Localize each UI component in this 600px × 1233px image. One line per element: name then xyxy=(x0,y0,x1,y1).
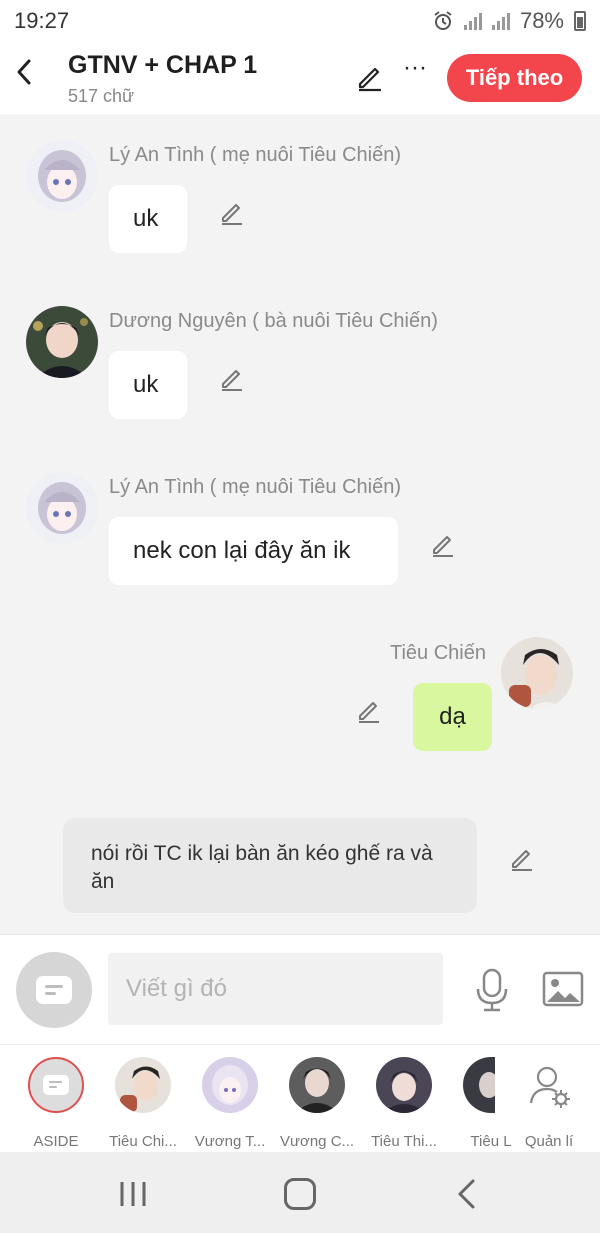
user-settings-icon xyxy=(529,1066,570,1108)
header: GTNV + CHAP 1 517 chữ ··· Tiếp theo xyxy=(0,42,600,114)
image-icon xyxy=(542,971,584,1007)
edit-message-button[interactable] xyxy=(355,696,383,724)
sender-name: Dương Nguyên ( bà nuôi Tiêu Chiến) xyxy=(109,310,438,332)
dark-hair-boy-avatar-icon xyxy=(26,306,98,378)
message-bubble[interactable]: uk xyxy=(109,351,187,419)
microphone-button[interactable] xyxy=(472,967,512,1013)
chevron-left-icon xyxy=(17,59,31,85)
avatar[interactable] xyxy=(26,140,98,212)
anime-girl-avatar-icon xyxy=(202,1057,258,1113)
signal-2-icon xyxy=(491,12,510,30)
system-back-button[interactable] xyxy=(455,1178,479,1210)
narration-block[interactable]: nói rồi TC ik lại bàn ăn kéo ghế ra và ă… xyxy=(63,818,477,913)
chat-area[interactable]: Lý An Tình ( mẹ nuôi Tiêu Chiến) uk Dươn… xyxy=(0,114,600,934)
character-name: Tiêu Chi... xyxy=(109,1133,177,1150)
character-avatar xyxy=(463,1057,495,1113)
message-bubble[interactable]: nek con lại đây ăn ik xyxy=(109,517,398,585)
status-bar: 19:27 78% xyxy=(0,0,600,42)
recent-apps-button[interactable] xyxy=(118,1180,148,1208)
battery-level: 78% xyxy=(519,8,564,33)
pencil-icon xyxy=(222,204,242,225)
pencil-icon xyxy=(512,850,532,871)
pencil-icon xyxy=(358,67,381,92)
home-button[interactable] xyxy=(284,1178,316,1210)
edit-message-button[interactable] xyxy=(429,530,457,558)
character-name: Tiêu Thi... xyxy=(371,1133,437,1150)
character-name: Vương T... xyxy=(194,1133,266,1150)
sender-name: Tiêu Chiến xyxy=(390,642,486,664)
anime-girl-avatar-icon xyxy=(26,140,98,212)
message-bubble-own[interactable]: dạ xyxy=(413,683,492,751)
character-name: Quản lí xyxy=(524,1133,574,1150)
image-button[interactable] xyxy=(541,969,585,1009)
sender-name: Lý An Tình ( mẹ nuôi Tiêu Chiến) xyxy=(109,144,402,166)
character-avatar xyxy=(202,1057,258,1113)
sender-name: Lý An Tình ( mẹ nuôi Tiêu Chiến) xyxy=(109,476,402,498)
manage-avatar xyxy=(521,1057,577,1113)
character-item[interactable]: Vương C... xyxy=(275,1055,359,1151)
word-count: 517 chữ xyxy=(68,86,135,106)
character-item[interactable]: Vương T... xyxy=(188,1055,272,1151)
message-icon xyxy=(43,1075,69,1095)
edit-title-button[interactable] xyxy=(355,62,385,92)
message-icon xyxy=(36,976,72,1004)
more-icon: ··· xyxy=(403,54,427,81)
battery-icon xyxy=(574,11,586,31)
edit-message-button[interactable] xyxy=(218,198,246,226)
alarm-icon xyxy=(434,11,452,30)
more-options-button[interactable]: ··· xyxy=(400,56,430,86)
manage-characters-button[interactable]: Quản lí xyxy=(507,1055,591,1151)
system-nav-bar xyxy=(0,1152,600,1233)
edit-message-button[interactable] xyxy=(218,364,246,392)
next-button[interactable]: Tiếp theo xyxy=(447,54,582,102)
signal-icon xyxy=(463,12,482,30)
character-item[interactable]: Tiêu Thi... xyxy=(362,1055,446,1151)
pencil-icon xyxy=(359,702,379,723)
character-bar: ASIDE Tiêu Chi... Vương T... Vương C... … xyxy=(0,1044,600,1152)
character-avatar xyxy=(289,1057,345,1113)
pencil-icon xyxy=(433,536,453,557)
avatar[interactable] xyxy=(26,472,98,544)
anime-boy-avatar-icon xyxy=(376,1057,432,1113)
character-name: Vương C... xyxy=(279,1133,355,1150)
character-item[interactable]: Tiêu Chi... xyxy=(101,1055,185,1151)
avatar[interactable] xyxy=(26,306,98,378)
anime-girl-avatar-icon xyxy=(26,472,98,544)
status-time: 19:27 xyxy=(14,8,70,33)
young-man-avatar-icon xyxy=(115,1057,171,1113)
dark-hair-boy-avatar-icon xyxy=(289,1057,345,1113)
status-icons: 78% xyxy=(432,8,586,34)
message-input[interactable] xyxy=(108,953,443,1025)
message-bubble[interactable]: uk xyxy=(109,185,187,253)
character-avatar xyxy=(115,1057,171,1113)
character-aside[interactable]: ASIDE xyxy=(14,1055,98,1151)
edit-narration-button[interactable] xyxy=(508,844,536,872)
character-avatar xyxy=(376,1057,432,1113)
microphone-icon xyxy=(476,968,508,1012)
composer xyxy=(0,934,600,1044)
page-title: GTNV + CHAP 1 xyxy=(68,51,258,79)
back-button[interactable] xyxy=(14,58,42,94)
character-name: ASIDE xyxy=(33,1133,79,1150)
aside-toggle-button[interactable] xyxy=(16,952,92,1028)
chevron-left-icon xyxy=(458,1179,475,1209)
avatar[interactable] xyxy=(501,637,573,709)
pencil-icon xyxy=(222,370,242,391)
aside-avatar xyxy=(28,1057,84,1113)
young-man-avatar-icon xyxy=(501,637,573,709)
dark-avatar-icon xyxy=(463,1057,495,1113)
recent-apps-icon xyxy=(120,1182,146,1206)
